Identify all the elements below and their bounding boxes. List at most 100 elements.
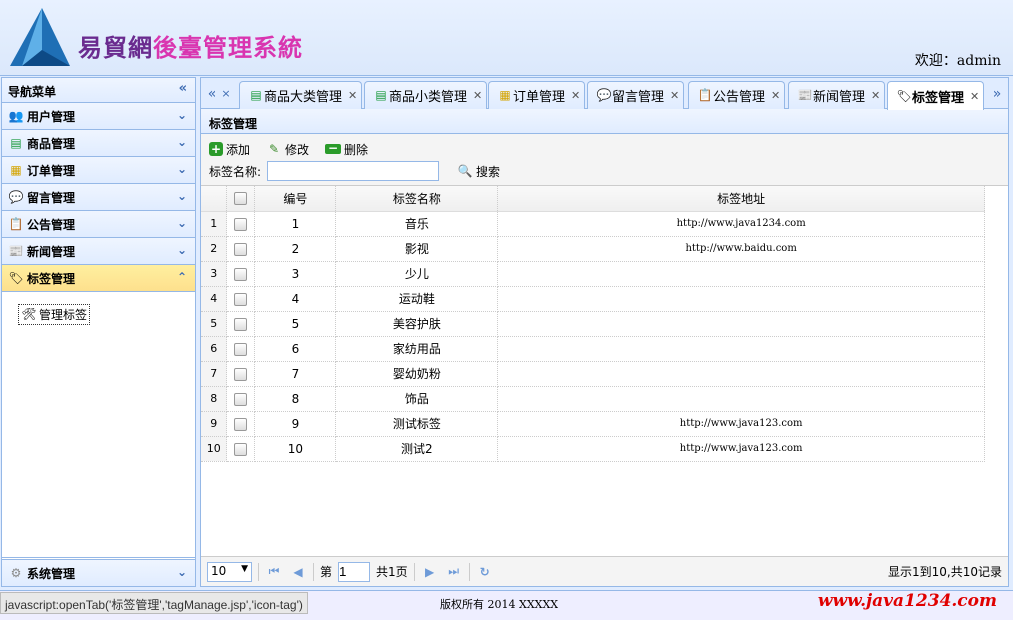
close-icon[interactable]: ✕ bbox=[771, 89, 780, 102]
table-row[interactable]: 7 7 婴幼奶粉 bbox=[201, 361, 985, 387]
table-row[interactable]: 2 2 影视 http://www.baidu.com bbox=[201, 236, 985, 262]
cell-id: 4 bbox=[254, 286, 337, 312]
refresh-icon[interactable]: ↻ bbox=[476, 565, 494, 579]
close-icon[interactable]: ✕ bbox=[571, 89, 580, 102]
row-checkbox[interactable] bbox=[234, 317, 248, 331]
select-all-checkbox[interactable] bbox=[234, 192, 248, 206]
close-icon[interactable]: ✕ bbox=[871, 89, 880, 102]
expand-icon[interactable]: ⌄ bbox=[177, 565, 187, 579]
prev-page-icon[interactable]: ◀ bbox=[289, 565, 307, 579]
tab-subcategory[interactable]: ▤ 商品小类管理 ✕ bbox=[364, 81, 488, 109]
expand-icon[interactable]: ⌄ bbox=[177, 189, 187, 203]
nav-item-notices[interactable]: 📋 公告管理 ⌄ bbox=[2, 211, 195, 238]
close-icon[interactable]: ✕ bbox=[670, 89, 679, 102]
expand-icon[interactable]: ⌄ bbox=[177, 108, 187, 122]
row-checkbox[interactable] bbox=[234, 342, 248, 356]
cell-name: 音乐 bbox=[335, 211, 499, 237]
search-button[interactable]: 🔍 搜索 bbox=[457, 163, 501, 180]
row-checkbox[interactable] bbox=[234, 292, 248, 306]
tab-notices[interactable]: 📋 公告管理 ✕ bbox=[688, 81, 786, 109]
row-checkbox-cell[interactable] bbox=[226, 436, 256, 462]
row-checkbox-cell[interactable] bbox=[226, 236, 256, 262]
row-checkbox-cell[interactable] bbox=[226, 311, 256, 337]
nav-tags-body: 🛠 管理标签 bbox=[2, 292, 195, 558]
row-checkbox-cell[interactable] bbox=[226, 411, 256, 437]
nav-item-users[interactable]: 👥 用户管理 ⌄ bbox=[2, 103, 195, 130]
first-page-icon[interactable]: ⏮ bbox=[265, 564, 283, 579]
cell-name: 测试标签 bbox=[335, 411, 499, 437]
expand-icon[interactable]: ⌄ bbox=[177, 243, 187, 257]
tab-news[interactable]: 📰 新闻管理 ✕ bbox=[788, 81, 886, 109]
cell-name: 影视 bbox=[335, 236, 499, 262]
row-checkbox[interactable] bbox=[234, 367, 248, 381]
close-icon[interactable]: ✕ bbox=[970, 90, 979, 103]
tab-scroll-right-icon[interactable]: » bbox=[988, 80, 1006, 108]
table-row[interactable]: 3 3 少儿 bbox=[201, 261, 985, 287]
table-row[interactable]: 5 5 美容护肤 bbox=[201, 311, 985, 337]
edit-button[interactable]: ✎ 修改 bbox=[266, 141, 309, 158]
cell-url bbox=[497, 311, 985, 337]
expand-icon[interactable]: ⌄ bbox=[177, 135, 187, 149]
news-icon: 📰 bbox=[8, 243, 24, 258]
logo-icon bbox=[10, 8, 70, 66]
row-checkbox[interactable] bbox=[234, 392, 248, 406]
cell-id: 1 bbox=[254, 211, 337, 237]
nav-item-messages[interactable]: 💬 留言管理 ⌄ bbox=[2, 184, 195, 211]
close-icon[interactable]: ✕ bbox=[473, 89, 482, 102]
page-number-input[interactable] bbox=[338, 561, 371, 582]
row-checkbox[interactable] bbox=[234, 217, 248, 231]
row-number-header bbox=[201, 186, 228, 212]
tag-name-search-input[interactable] bbox=[267, 161, 440, 181]
nav-item-products[interactable]: ▤ 商品管理 ⌄ bbox=[2, 130, 195, 157]
tab-orders[interactable]: ▦ 订单管理 ✕ bbox=[488, 81, 586, 109]
delete-button[interactable]: − 删除 bbox=[325, 141, 368, 158]
page-size-select[interactable]: 10 ▼ bbox=[207, 561, 252, 582]
pager-info: 显示1到10,共10记录 bbox=[888, 565, 1002, 579]
column-header-name[interactable]: 标签名称 bbox=[335, 186, 499, 212]
manage-tags-link[interactable]: 🛠 管理标签 bbox=[18, 304, 91, 325]
select-all-checkbox-cell[interactable] bbox=[226, 186, 256, 212]
close-icon[interactable]: × bbox=[217, 80, 235, 108]
last-page-icon[interactable]: ⏭ bbox=[445, 564, 463, 579]
tab-messages[interactable]: 💬 留言管理 ✕ bbox=[587, 81, 685, 109]
next-page-icon[interactable]: ▶ bbox=[421, 565, 439, 579]
expand-icon[interactable]: ⌄ bbox=[177, 162, 187, 176]
tab-category[interactable]: ▤ 商品大类管理 ✕ bbox=[239, 81, 363, 109]
column-header-id[interactable]: 编号 bbox=[254, 186, 337, 212]
row-checkbox-cell[interactable] bbox=[226, 336, 256, 362]
app-header: 易貿網後臺管理系統 欢迎：admin bbox=[0, 0, 1013, 76]
page-total: 共1页 bbox=[376, 565, 408, 579]
nav-item-tags[interactable]: 🏷 标签管理 ⌃ bbox=[2, 265, 195, 292]
row-checkbox[interactable] bbox=[234, 417, 248, 431]
close-icon[interactable]: ✕ bbox=[348, 89, 357, 102]
expand-icon[interactable]: ⌄ bbox=[177, 216, 187, 230]
row-checkbox-cell[interactable] bbox=[226, 261, 256, 287]
row-checkbox[interactable] bbox=[234, 242, 248, 256]
tag-icon: 🏷 bbox=[896, 88, 912, 103]
collapse-left-icon[interactable]: « bbox=[179, 81, 187, 96]
nav-item-news[interactable]: 📰 新闻管理 ⌄ bbox=[2, 238, 195, 265]
row-checkbox-cell[interactable] bbox=[226, 361, 256, 387]
tools-icon: 🛠 bbox=[21, 307, 37, 321]
table-row[interactable]: 9 9 测试标签 http://www.java123.com bbox=[201, 411, 985, 437]
cell-id: 2 bbox=[254, 236, 337, 262]
nav-panel-header: 导航菜单 « bbox=[2, 78, 195, 103]
row-checkbox-cell[interactable] bbox=[226, 211, 256, 237]
cell-url bbox=[497, 286, 985, 312]
add-button[interactable]: + 添加 bbox=[209, 141, 250, 158]
table-row[interactable]: 6 6 家纺用品 bbox=[201, 336, 985, 362]
row-checkbox-cell[interactable] bbox=[226, 286, 256, 312]
column-header-url[interactable]: 标签地址 bbox=[497, 186, 985, 212]
table-row[interactable]: 10 10 测试2 http://www.java123.com bbox=[201, 436, 985, 462]
nav-item-system[interactable]: ⚙ 系统管理 ⌄ bbox=[2, 559, 195, 586]
row-checkbox[interactable] bbox=[234, 267, 248, 281]
row-checkbox[interactable] bbox=[234, 442, 248, 456]
collapse-icon[interactable]: ⌃ bbox=[177, 270, 187, 284]
table-row[interactable]: 8 8 饰品 bbox=[201, 386, 985, 412]
table-row[interactable]: 4 4 运动鞋 bbox=[201, 286, 985, 312]
tab-tags[interactable]: 🏷 标签管理 ✕ bbox=[887, 81, 985, 110]
search-icon: 🔍 bbox=[457, 163, 473, 178]
nav-item-orders[interactable]: ▦ 订单管理 ⌄ bbox=[2, 157, 195, 184]
table-row[interactable]: 1 1 音乐 http://www.java1234.com bbox=[201, 211, 985, 237]
row-checkbox-cell[interactable] bbox=[226, 386, 256, 412]
